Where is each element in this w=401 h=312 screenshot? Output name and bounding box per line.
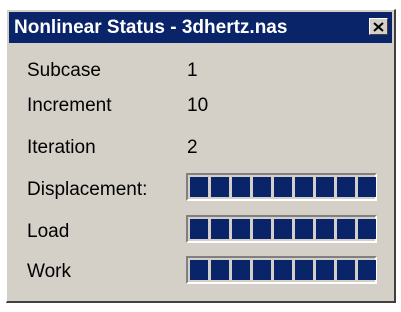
progress-segment — [358, 260, 376, 280]
window-title: Nonlinear Status - 3dhertz.nas — [14, 17, 288, 38]
progress-segment — [211, 219, 229, 239]
progress-segment — [190, 219, 208, 239]
progress-segment — [337, 260, 355, 280]
progress-segment — [295, 177, 313, 197]
iteration-label: Iteration — [27, 137, 96, 158]
increment-value: 10 — [187, 95, 209, 116]
work-progress-fill — [190, 260, 376, 280]
progress-segment — [274, 260, 292, 280]
progress-segment — [358, 219, 376, 239]
displacement-progress-bar — [186, 173, 377, 201]
progress-segment — [232, 260, 250, 280]
progress-segment — [295, 260, 313, 280]
progress-segment — [316, 260, 334, 280]
progress-segment — [337, 177, 355, 197]
progress-segment — [253, 219, 271, 239]
progress-segment — [211, 177, 229, 197]
progress-segment — [211, 260, 229, 280]
increment-label: Increment — [27, 95, 112, 116]
work-progress-bar — [186, 256, 377, 284]
load-label: Load — [27, 221, 70, 242]
displacement-label: Displacement: — [27, 179, 148, 200]
progress-segment — [316, 177, 334, 197]
progress-segment — [190, 260, 208, 280]
work-label: Work — [27, 261, 71, 282]
progress-segment — [274, 219, 292, 239]
subcase-value: 1 — [187, 60, 198, 81]
nonlinear-status-dialog: Nonlinear Status - 3dhertz.nas Subcase 1… — [6, 9, 396, 303]
progress-segment — [232, 177, 250, 197]
progress-segment — [295, 219, 313, 239]
progress-segment — [274, 177, 292, 197]
close-icon — [373, 21, 384, 32]
progress-segment — [316, 219, 334, 239]
progress-segment — [232, 219, 250, 239]
title-bar[interactable]: Nonlinear Status - 3dhertz.nas — [9, 12, 392, 43]
load-progress-fill — [190, 219, 376, 239]
progress-segment — [253, 177, 271, 197]
progress-segment — [253, 260, 271, 280]
subcase-label: Subcase — [27, 60, 101, 81]
displacement-progress-fill — [190, 177, 376, 197]
iteration-value: 2 — [187, 137, 198, 158]
progress-segment — [358, 177, 376, 197]
close-button[interactable] — [369, 18, 388, 35]
progress-segment — [337, 219, 355, 239]
load-progress-bar — [186, 215, 377, 243]
progress-segment — [190, 177, 208, 197]
